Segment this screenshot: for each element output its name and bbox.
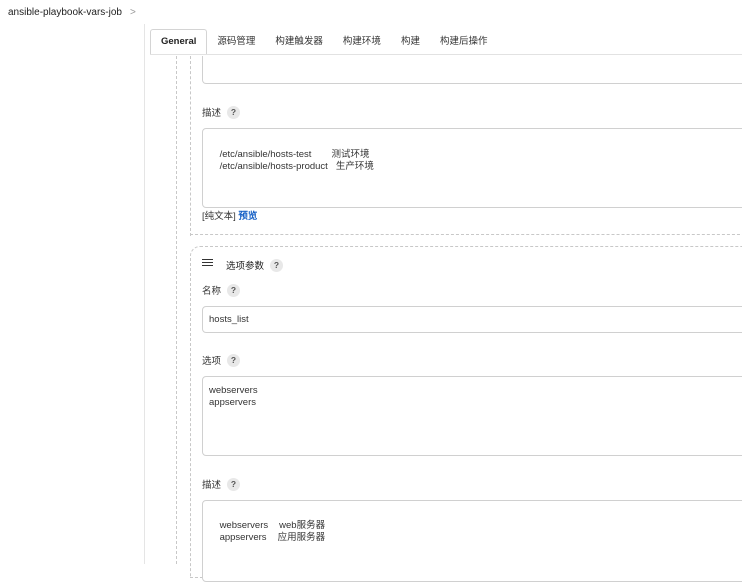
section-title-text: 选项参数	[226, 261, 265, 272]
name-label: 名称 ?	[202, 283, 241, 297]
chevron-right-icon: >	[129, 6, 136, 18]
nesting-guide	[190, 56, 191, 236]
drag-handle-icon[interactable]	[202, 259, 213, 267]
side-panel	[0, 24, 144, 564]
help-icon[interactable]: ?	[227, 477, 241, 491]
breadcrumb: ansible-playbook-vars-job >	[0, 0, 742, 24]
description-label: 描述 ?	[202, 105, 241, 119]
plain-text-toggle: [纯文本] 预览	[202, 208, 257, 222]
choice-item: appservers	[209, 397, 256, 408]
description-label: 描述 ?	[202, 477, 241, 491]
tab-build-env[interactable]: 构建环境	[333, 30, 391, 54]
tab-post-build[interactable]: 构建后操作	[430, 30, 498, 54]
tab-triggers[interactable]: 构建触发器	[265, 30, 333, 54]
description-line-note: 应用服务器	[277, 532, 326, 543]
description-label-text: 描述	[202, 108, 222, 119]
divider	[144, 24, 145, 564]
name-label-text: 名称	[202, 286, 222, 297]
choice-description-textarea[interactable]: webservers web服务器 appservers 应用服务器	[202, 500, 742, 582]
description-textarea[interactable]: /etc/ansible/hosts-test 测试环境 /etc/ansible…	[202, 128, 742, 208]
choices-textarea[interactable]: webservers appservers	[202, 376, 742, 456]
tab-underline	[150, 54, 742, 55]
choice-item: webservers	[209, 385, 258, 396]
help-icon[interactable]: ?	[270, 258, 284, 272]
name-input[interactable]: hosts_list	[202, 306, 742, 333]
help-icon[interactable]: ?	[227, 283, 241, 297]
tab-build[interactable]: 构建	[391, 30, 430, 54]
description-line-note: 生产环境	[335, 161, 374, 172]
previous-field-textarea[interactable]	[202, 56, 742, 84]
plain-text-label: [纯文本]	[202, 211, 236, 222]
section-title: 选项参数 ?	[226, 258, 284, 272]
help-icon[interactable]: ?	[227, 353, 241, 367]
description-label-text: 描述	[202, 480, 222, 491]
description-line-key: appservers	[219, 532, 267, 543]
preview-link[interactable]: 预览	[238, 211, 257, 222]
section-separator	[190, 234, 742, 235]
name-input-value: hosts_list	[209, 314, 249, 325]
choices-label-text: 选项	[202, 356, 222, 367]
tab-bar: General 源码管理 构建触发器 构建环境 构建 构建后操作	[150, 28, 497, 54]
choices-label: 选项 ?	[202, 353, 241, 367]
tab-scm[interactable]: 源码管理	[207, 30, 265, 54]
description-line-path: /etc/ansible/hosts-product	[219, 161, 328, 172]
nesting-guide	[176, 56, 177, 564]
breadcrumb-job[interactable]: ansible-playbook-vars-job	[8, 7, 122, 18]
tab-general[interactable]: General	[150, 29, 208, 54]
help-icon[interactable]: ?	[227, 105, 241, 119]
